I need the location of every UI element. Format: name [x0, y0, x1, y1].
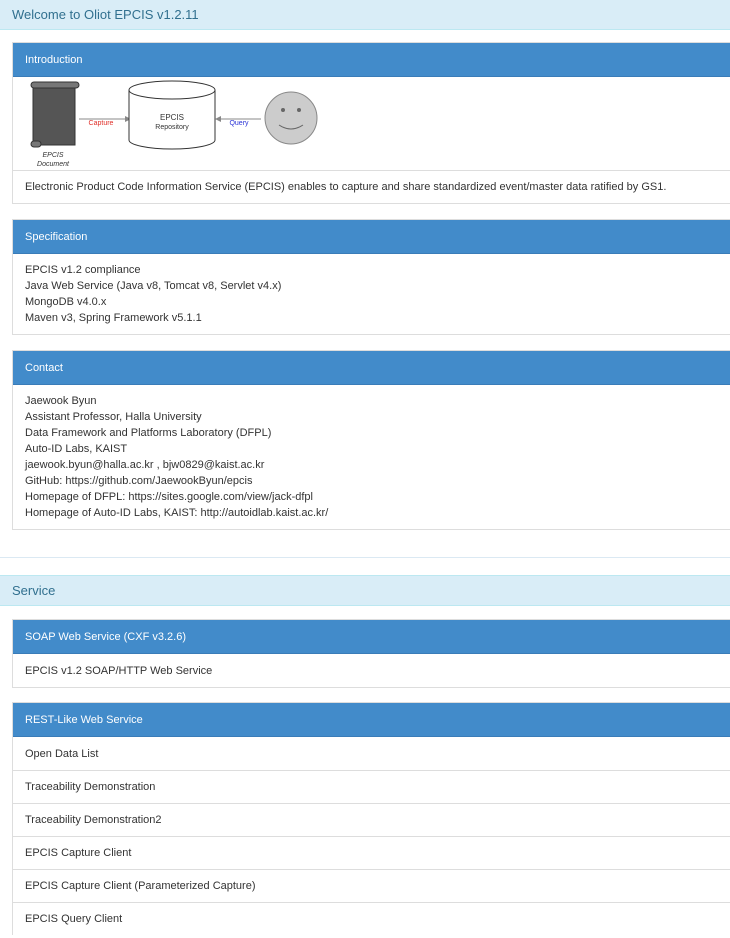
- contact-email: jaewook.byun@halla.ac.kr , bjw0829@kaist…: [25, 459, 265, 471]
- introduction-heading: Introduction: [13, 43, 730, 77]
- rest-list: Open Data List Traceability Demonstratio…: [13, 737, 730, 935]
- list-item-label: EPCIS Query Client: [25, 913, 123, 925]
- spec-line: Maven v3, Spring Framework v5.1.1: [25, 312, 202, 324]
- list-item-label: EPCIS Capture Client: [25, 847, 132, 859]
- document-label-2: Document: [37, 161, 70, 168]
- rest-heading: REST-Like Web Service: [13, 703, 730, 737]
- welcome-header: Welcome to Oliot EPCIS v1.2.11: [0, 0, 730, 30]
- contact-body: Jaewook Byun Assistant Professor, Halla …: [13, 385, 730, 529]
- query-arrow-icon: [215, 116, 221, 122]
- user-face-icon: [264, 91, 318, 145]
- service-header: Service: [0, 575, 730, 606]
- list-item-capture-client[interactable]: EPCIS Capture Client: [13, 836, 730, 869]
- contact-affiliation: Auto-ID Labs, KAIST: [25, 443, 128, 455]
- soap-heading-label: SOAP Web Service (CXF v3.2.6): [25, 630, 186, 643]
- list-item-traceability-demo[interactable]: Traceability Demonstration: [13, 770, 730, 803]
- introduction-heading-label: Introduction: [25, 53, 83, 66]
- list-item-query-client[interactable]: EPCIS Query Client: [13, 902, 730, 935]
- service-title: Service: [12, 583, 56, 598]
- repository-label-2: Repository: [155, 124, 189, 131]
- list-item-label: EPCIS Capture Client (Parameterized Capt…: [25, 880, 256, 892]
- introduction-panel: Introduction EPCIS Document Capture EPCI…: [12, 42, 730, 204]
- specification-body: EPCIS v1.2 compliance Java Web Service (…: [13, 254, 730, 334]
- list-item-label: EPCIS v1.2 SOAP/HTTP Web Service: [25, 664, 213, 677]
- repository-label-1: EPCIS: [160, 113, 184, 122]
- section-divider: [0, 557, 730, 558]
- contact-name: Jaewook Byun: [25, 395, 97, 407]
- page-title: Welcome to Oliot EPCIS v1.2.11: [12, 7, 199, 22]
- contact-dfpl-homepage: Homepage of DFPL: https://sites.google.c…: [25, 491, 313, 503]
- document-icon: [30, 81, 80, 148]
- spec-line: Java Web Service (Java v8, Tomcat v8, Se…: [25, 280, 282, 292]
- contact-github: GitHub: https://github.com/JaewookByun/e…: [25, 475, 253, 487]
- specification-heading-label: Specification: [25, 230, 88, 243]
- introduction-description: Electronic Product Code Information Serv…: [13, 170, 730, 203]
- contact-autoid-homepage: Homepage of Auto-ID Labs, KAIST: http://…: [25, 507, 329, 519]
- list-item-soap-http[interactable]: EPCIS v1.2 SOAP/HTTP Web Service: [13, 654, 730, 687]
- contact-heading-label: Contact: [25, 361, 63, 374]
- specification-heading: Specification: [13, 220, 730, 254]
- capture-label: Capture: [89, 120, 114, 127]
- rest-heading-label: REST-Like Web Service: [25, 713, 143, 726]
- list-item-label: Traceability Demonstration2: [25, 814, 162, 826]
- contact-position: Assistant Professor, Halla University: [25, 411, 202, 423]
- spec-line: MongoDB v4.0.x: [25, 296, 107, 308]
- introduction-text: Electronic Product Code Information Serv…: [25, 181, 667, 193]
- query-label: Query: [229, 120, 249, 127]
- soap-heading: SOAP Web Service (CXF v3.2.6): [13, 620, 730, 654]
- contact-heading: Contact: [13, 351, 730, 385]
- epcis-diagram-image: EPCIS Document Capture EPCIS Repository …: [30, 80, 318, 168]
- spec-line: EPCIS v1.2 compliance: [25, 264, 141, 276]
- rest-panel: REST-Like Web Service Open Data List Tra…: [12, 702, 730, 935]
- contact-panel: Contact Jaewook Byun Assistant Professor…: [12, 350, 730, 530]
- list-item-label: Traceability Demonstration: [25, 781, 156, 793]
- document-label-1: EPCIS: [42, 152, 63, 159]
- list-item-open-data-list[interactable]: Open Data List: [13, 737, 730, 770]
- soap-panel: SOAP Web Service (CXF v3.2.6) EPCIS v1.2…: [12, 619, 730, 688]
- list-item-label: Open Data List: [25, 747, 99, 760]
- specification-panel: Specification EPCIS v1.2 compliance Java…: [12, 219, 730, 335]
- list-item-capture-client-parameterized[interactable]: EPCIS Capture Client (Parameterized Capt…: [13, 869, 730, 902]
- epcis-diagram: EPCIS Document Capture EPCIS Repository …: [13, 77, 730, 170]
- list-item-traceability-demo2[interactable]: Traceability Demonstration2: [13, 803, 730, 836]
- soap-list: EPCIS v1.2 SOAP/HTTP Web Service: [13, 654, 730, 687]
- contact-lab: Data Framework and Platforms Laboratory …: [25, 427, 272, 439]
